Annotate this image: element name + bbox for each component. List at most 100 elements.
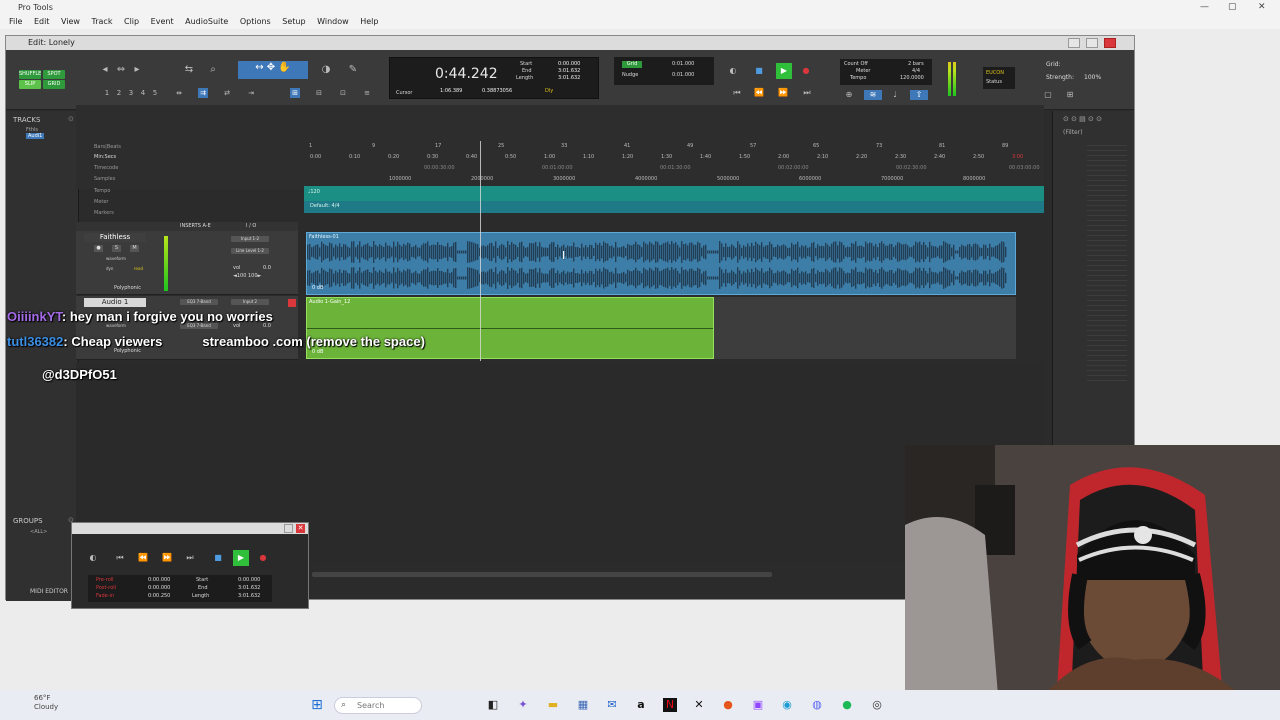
zoom-in-icon[interactable]: ▸	[130, 63, 144, 77]
transport-end-value[interactable]: 3:01.632	[238, 585, 260, 591]
clips-pane-menu-icon[interactable]: ⊙ ⊙ ▤ ⊙ ⊙	[1063, 115, 1102, 123]
automation-mode[interactable]: read	[134, 266, 143, 271]
start-value[interactable]: 0:00.000	[558, 61, 580, 67]
copilot-icon[interactable]: ✦	[516, 698, 530, 712]
playhead-cursor[interactable]	[480, 141, 481, 361]
main-counter[interactable]: 0:44.242 Start 0:00.000 End 3:01.632 Len…	[389, 57, 599, 99]
menu-view[interactable]: View	[61, 15, 80, 29]
clip-gain[interactable]: 0 dB	[312, 349, 323, 355]
volume-value[interactable]: 0.0	[263, 265, 271, 271]
post-roll-value[interactable]: 0:00.000	[148, 585, 170, 591]
online-icon[interactable]: ◐	[728, 66, 738, 76]
zoom-selection-icon[interactable]: ⊞	[1065, 90, 1075, 100]
menu-file[interactable]: File	[9, 15, 22, 29]
fade-in-value[interactable]: 0:00.250	[148, 593, 170, 599]
transport-start-value[interactable]: 0:00.000	[238, 577, 260, 583]
pre-roll-value[interactable]: 0:00.000	[148, 577, 170, 583]
meter-value[interactable]: 4/4	[912, 68, 920, 74]
clip-audio1[interactable]: Audio 1-Gain_12 0 dB	[306, 297, 714, 359]
pencil-tool-icon[interactable]: ✎	[346, 63, 360, 77]
track-view-selector[interactable]: waveform	[106, 256, 126, 261]
nudge-value[interactable]: 0:01.000	[672, 72, 694, 78]
edit-window-options-icon[interactable]: ≡	[362, 88, 372, 98]
strength-value[interactable]: 100%	[1084, 74, 1101, 81]
shuffle-mode-button[interactable]: SHUFFLE	[19, 70, 41, 79]
menu-window[interactable]: Window	[317, 15, 349, 29]
outlook-icon[interactable]: ✉	[605, 698, 619, 712]
menu-setup[interactable]: Setup	[282, 15, 305, 29]
menu-clip[interactable]: Clip	[124, 15, 139, 29]
playlist-selector[interactable]: Polyphonic	[114, 285, 141, 291]
zoom-toggle-icon[interactable]: ⇆	[182, 63, 196, 77]
count-off-bars[interactable]: 2 bars	[908, 61, 924, 67]
transport-rewind-button[interactable]: ⏪	[138, 553, 148, 563]
record-enable-button[interactable]: ●	[94, 245, 103, 252]
automation-dyn[interactable]: dyn	[106, 266, 113, 271]
io-header[interactable]: I / O	[246, 223, 256, 229]
zoom-preset-1-icon[interactable]: 1	[102, 88, 112, 98]
input-selector[interactable]: Input 2	[231, 299, 269, 305]
transport-length-value[interactable]: 3:01.632	[238, 593, 260, 599]
clip-gain[interactable]: 0 dB	[312, 285, 323, 291]
tempo-value[interactable]: 120.0000	[900, 75, 924, 81]
smart-tool-icon[interactable]: ↔ ✥ ✋	[238, 61, 308, 79]
windows-start-icon[interactable]: ⊞	[310, 698, 324, 712]
input-selector[interactable]: Input 1-2	[231, 236, 269, 242]
grid-label[interactable]: Grid	[622, 61, 642, 68]
transport-end-button[interactable]: ⏭	[185, 553, 195, 563]
transport-record-button[interactable]: ●	[258, 553, 268, 563]
count-off-label[interactable]: Count Off	[844, 61, 868, 67]
transport-play-button[interactable]: ▶	[233, 550, 249, 566]
output-selector[interactable]: Line Level 1-2	[231, 248, 269, 254]
window-close-icon[interactable]	[1104, 38, 1116, 48]
calculator-icon[interactable]: ▦	[576, 698, 590, 712]
spot-mode-button[interactable]: SPOT	[43, 70, 65, 79]
link-timeline-icon[interactable]: ⇹	[174, 88, 184, 98]
automation-follows-icon[interactable]: ⊡	[338, 88, 348, 98]
track-header-audio1[interactable]: Audio 1 EQ3 7-Band Input 2 EQ3 7-Band vo…	[76, 296, 298, 360]
go-to-end-button[interactable]: ⏭	[802, 88, 812, 98]
insert-slot-eq3[interactable]: EQ3 7-Band	[180, 299, 218, 305]
firefox-icon[interactable]: ●	[721, 698, 735, 712]
taskbar-search[interactable]: ⌕ Search	[334, 697, 422, 714]
transport-rtz-button[interactable]: ⏮	[115, 553, 125, 563]
solo-button[interactable]: S	[112, 245, 121, 252]
grid-value[interactable]: 0:01.000	[672, 61, 694, 67]
keyboard-focus-icon[interactable]: ⊟	[314, 88, 324, 98]
edge-icon[interactable]: ◉	[780, 698, 794, 712]
conductor-icon[interactable]: ⇧	[910, 90, 928, 100]
menu-event[interactable]: Event	[151, 15, 174, 29]
tempo-lane[interactable]: ♩120	[304, 186, 1044, 201]
track-header-faithless[interactable]: Faithless ● S M waveform dyn read Polyph…	[76, 231, 298, 295]
task-view-icon[interactable]: ◧	[486, 698, 500, 712]
zoom-out-icon[interactable]: ◂	[98, 63, 112, 77]
stop-button[interactable]: ■	[754, 66, 764, 76]
inserts-header[interactable]: INSERTS A-E	[180, 223, 211, 229]
zoom-preset-3-icon[interactable]: 3	[126, 88, 136, 98]
zoom-fit-icon[interactable]: ⇔	[114, 63, 128, 77]
track-name[interactable]: Audio 1	[84, 298, 146, 307]
amazon-icon[interactable]: a	[634, 698, 648, 712]
insertion-follows-icon[interactable]: ⇥	[246, 88, 256, 98]
wait-for-note-icon[interactable]: ≋	[864, 90, 882, 100]
main-counter-value[interactable]: 0:44.242	[435, 66, 498, 82]
window-minimize-icon[interactable]	[1068, 38, 1080, 48]
maximize-icon[interactable]: ▢	[1228, 2, 1237, 12]
transport-stop-button[interactable]: ■	[213, 553, 223, 563]
return-to-zero-button[interactable]: ⏮	[732, 88, 742, 98]
netflix-icon[interactable]: N	[663, 698, 677, 712]
transport-titlebar[interactable]: ✕	[72, 523, 308, 534]
dly-indicator[interactable]: Dly	[545, 88, 553, 94]
menu-edit[interactable]: Edit	[34, 15, 50, 29]
x-icon[interactable]: ✕	[692, 698, 706, 712]
clips-list[interactable]	[1087, 141, 1127, 381]
fast-forward-button[interactable]: ⏩	[778, 88, 788, 98]
spotify-icon[interactable]: ●	[840, 698, 854, 712]
weather-widget[interactable]: 66°F Cloudy	[34, 694, 58, 712]
slip-mode-button[interactable]: SLIP	[19, 80, 41, 89]
metronome-icon[interactable]: ♩	[890, 90, 900, 100]
tempo-meter-box[interactable]: Count Off 2 bars Meter 4/4 Tempo 120.000…	[840, 59, 932, 85]
discord-icon[interactable]: ◍	[810, 698, 824, 712]
empty-track-area[interactable]	[714, 297, 1016, 359]
link-track-selection-icon[interactable]: ⊞	[290, 88, 300, 98]
